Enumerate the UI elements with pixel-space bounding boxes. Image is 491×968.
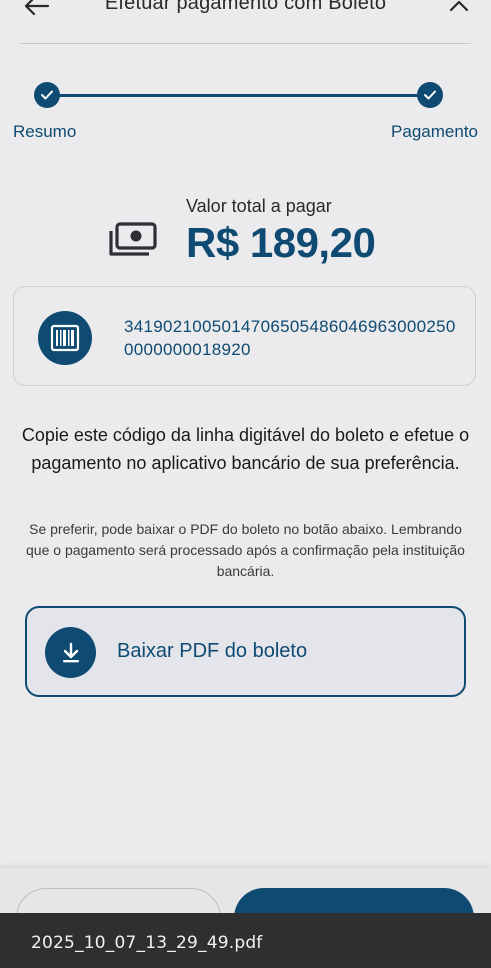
copy-instructions: Copie este código da linha digitável do … bbox=[21, 425, 470, 473]
boleto-code[interactable]: 3419021005014706505486046963000250000000… bbox=[124, 315, 464, 361]
bottom-action-bar bbox=[0, 868, 491, 913]
header-divider bbox=[20, 43, 471, 44]
stepper: Resumo Pagamento bbox=[0, 78, 491, 148]
barcode-icon bbox=[38, 311, 92, 365]
boleto-code-card[interactable]: 3419021005014706505486046963000250000000… bbox=[13, 286, 476, 386]
download-note: Se preferir, pode baixar o PDF do boleto… bbox=[26, 521, 465, 579]
secondary-action-button[interactable] bbox=[16, 888, 221, 913]
stepper-line bbox=[47, 94, 430, 97]
download-pdf-label: Baixar PDF do boleto bbox=[117, 640, 308, 662]
step-pagamento-check-icon bbox=[417, 82, 443, 108]
total-amount: R$ 189,20 bbox=[186, 219, 376, 266]
download-pdf-button[interactable]: Baixar PDF do boleto bbox=[25, 606, 466, 697]
money-icon bbox=[109, 222, 157, 256]
header: Efetuar pagamento com Boleto bbox=[0, 0, 491, 44]
download-icon bbox=[45, 627, 96, 678]
total-caption: Valor total a pagar bbox=[186, 196, 332, 216]
step-label-resumo: Resumo bbox=[13, 122, 77, 141]
file-name-bar: 2025_10_07_13_29_49.pdf bbox=[0, 913, 491, 968]
page-title: Efetuar pagamento com Boleto bbox=[104, 0, 387, 14]
step-resumo-check-icon bbox=[34, 82, 60, 108]
primary-action-button[interactable] bbox=[234, 888, 474, 913]
file-name: 2025_10_07_13_29_49.pdf bbox=[31, 933, 263, 953]
chevron-up-icon[interactable] bbox=[447, 0, 471, 18]
step-label-pagamento: Pagamento bbox=[391, 122, 478, 141]
